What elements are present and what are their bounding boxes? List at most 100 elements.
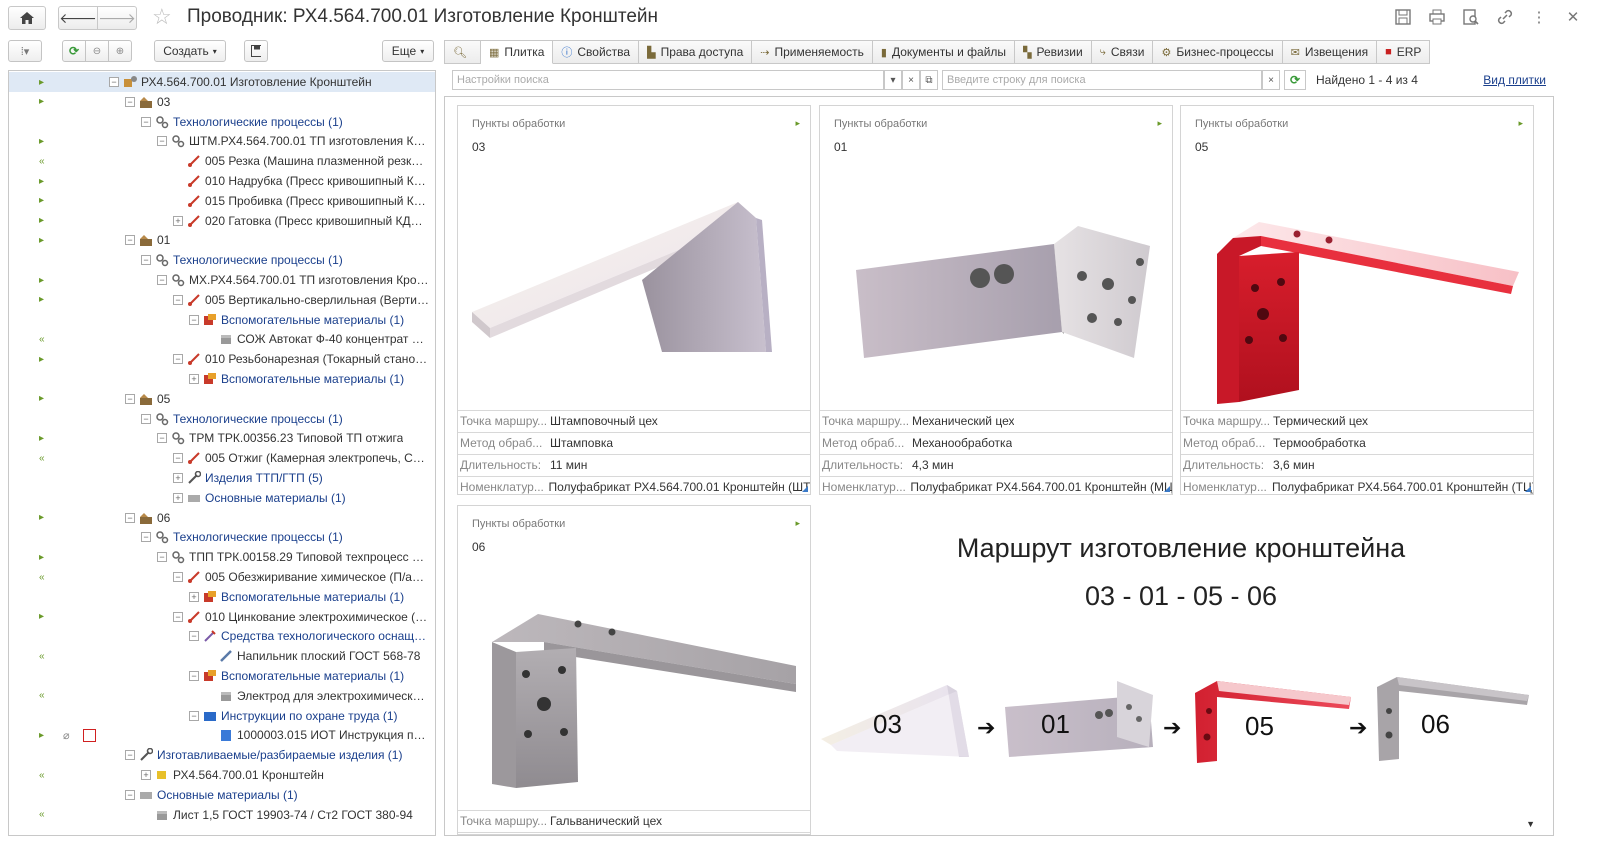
- tree-row[interactable]: « 005 Резка (Машина плазменной резки Е...: [9, 151, 435, 171]
- tree-row[interactable]: « СОЖ Автокат Ф-40 концентрат ТУ ...: [9, 329, 435, 349]
- tree-row[interactable]: − Технологические процессы (1): [9, 250, 435, 270]
- tree-node-label[interactable]: Основные материалы (1): [157, 788, 298, 802]
- collapse-icon[interactable]: −: [173, 453, 183, 464]
- tree-row[interactable]: − Технологические процессы (1): [9, 112, 435, 132]
- collapse-icon[interactable]: −: [125, 512, 135, 523]
- find-next-button[interactable]: ⊕: [108, 40, 132, 62]
- tree-row[interactable]: − Основные материалы (1): [9, 785, 435, 805]
- tree-row[interactable]: − Вспомогательные материалы (1): [9, 310, 435, 330]
- tree-row[interactable]: ▸ − 06: [9, 508, 435, 528]
- tree-node-label[interactable]: Вспомогательные материалы (1): [221, 313, 404, 327]
- collapse-icon[interactable]: −: [189, 710, 199, 721]
- tab-documents[interactable]: ▮ Документы и файлы: [872, 40, 1016, 64]
- collapse-icon[interactable]: −: [157, 433, 167, 444]
- tree-row[interactable]: « + РХ4.564.700.01 Кронштейн: [9, 765, 435, 785]
- print-icon[interactable]: [1428, 8, 1446, 26]
- search-refresh-button[interactable]: ⟳: [1284, 70, 1306, 90]
- collapse-icon[interactable]: −: [141, 116, 151, 127]
- card-open-arrow-icon[interactable]: ▸: [1518, 118, 1523, 129]
- scroll-down-icon[interactable]: ▼: [1526, 819, 1535, 829]
- search-settings-input[interactable]: Настройки поиска: [452, 70, 884, 90]
- tab-revisions[interactable]: ▚ Ревизии: [1015, 40, 1092, 64]
- tree-row[interactable]: ▸ − ТПП ТРК.00158.29 Типовой техпроцесс ци…: [9, 547, 435, 567]
- tree-row[interactable]: ▸ − 01: [9, 230, 435, 250]
- tile-view-link[interactable]: Вид плитки: [1483, 73, 1546, 87]
- collapse-icon[interactable]: −: [157, 136, 167, 147]
- home-button[interactable]: [8, 6, 46, 30]
- tree-row[interactable]: « − 005 Обезжиривание химическое (П/авто..…: [9, 567, 435, 587]
- favorite-star-icon[interactable]: ☆: [152, 4, 172, 30]
- tree-node-label[interactable]: Основные материалы (1): [205, 491, 346, 505]
- open-settings-button[interactable]: ⧉: [920, 70, 938, 90]
- tree-node-label[interactable]: Технологические процессы (1): [173, 530, 343, 544]
- tree-node-label[interactable]: Технологические процессы (1): [173, 115, 343, 129]
- link-icon[interactable]: [1496, 8, 1514, 26]
- preview-icon[interactable]: [1462, 8, 1480, 26]
- collapse-icon[interactable]: −: [141, 532, 151, 543]
- collapse-icon[interactable]: −: [173, 572, 183, 582]
- tree-node-label[interactable]: Инструкции по охране труда (1): [221, 709, 398, 723]
- close-icon[interactable]: ✕: [1564, 8, 1582, 26]
- tab-notifications[interactable]: ✉ Извещения: [1282, 40, 1378, 64]
- search-query-input[interactable]: Введите строку для поиска: [942, 70, 1262, 90]
- collapse-icon[interactable]: −: [189, 671, 199, 681]
- tab-tiles[interactable]: ▦ Плитка: [480, 40, 554, 64]
- tree-row[interactable]: ▸ − 05: [9, 389, 435, 409]
- tab-access[interactable]: ▙ Права доступа: [639, 40, 753, 64]
- save-icon[interactable]: [1394, 8, 1412, 26]
- tree-row[interactable]: − Вспомогательные материалы (1): [9, 666, 435, 686]
- expand-icon[interactable]: +: [173, 473, 183, 483]
- structure-tree[interactable]: ▸ − РХ4.564.700.01 Изготовление Кронштейн ▸…: [8, 70, 436, 836]
- find-in-tree-button[interactable]: ⊖: [85, 40, 109, 62]
- forward-button[interactable]: 🡒: [97, 6, 137, 30]
- tree-node-label[interactable]: Изделия ТТП/ГТП (5): [205, 471, 323, 485]
- tree-row[interactable]: ▸ − 010 Цинкование электрохимическое (Ав..…: [9, 607, 435, 627]
- collapse-icon[interactable]: −: [125, 235, 135, 246]
- tree-row[interactable]: « − 005 Отжиг (Камерная электропечь, СНО): [9, 448, 435, 468]
- tab-links[interactable]: ⤷ Связи: [1091, 40, 1154, 64]
- tree-row[interactable]: ▸ − РХ4.564.700.01 Изготовление Кронштейн: [9, 72, 435, 92]
- collapse-icon[interactable]: −: [189, 631, 199, 642]
- clear-query-button[interactable]: ×: [1262, 70, 1280, 90]
- tree-node-label[interactable]: Вспомогательные материалы (1): [221, 372, 404, 386]
- tree-row[interactable]: « Электрод для электрохимическог...: [9, 686, 435, 706]
- tree-row[interactable]: + Вспомогательные материалы (1): [9, 587, 435, 607]
- create-button[interactable]: Создать ▾: [154, 40, 226, 62]
- tree-row[interactable]: + Вспомогательные материалы (1): [9, 369, 435, 389]
- tree-node-label[interactable]: Вспомогательные материалы (1): [221, 590, 404, 604]
- processing-point-card[interactable]: Пункты обработки ▸ 05 Точка маршру... Термич…: [1180, 105, 1534, 495]
- tree-row[interactable]: + Основные материалы (1): [9, 488, 435, 508]
- card-open-arrow-icon[interactable]: ▸: [795, 518, 800, 529]
- expand-icon[interactable]: +: [189, 591, 199, 602]
- tree-row[interactable]: ▸ − 010 Резьбонарезная (Токарный станок 1.…: [9, 349, 435, 369]
- expand-icon[interactable]: +: [173, 215, 183, 226]
- tree-node-label[interactable]: Средства технологического оснащен...: [221, 629, 429, 643]
- tab-usage[interactable]: ⇢ Применяемость: [752, 40, 873, 64]
- collapse-icon[interactable]: −: [125, 393, 135, 404]
- tree-row[interactable]: « Лист 1,5 ГОСТ 19903-74 / Ст2 ГОСТ 380-9…: [9, 805, 435, 825]
- tree-row[interactable]: − Средства технологического оснащен...: [9, 626, 435, 646]
- collapse-icon[interactable]: −: [125, 96, 135, 107]
- refresh-button[interactable]: ⟳: [62, 40, 86, 62]
- collapse-icon[interactable]: −: [109, 77, 119, 87]
- tree-node-label[interactable]: Вспомогательные материалы (1): [221, 669, 404, 683]
- tree-row[interactable]: ▸ +020 Гатовка (Пресс кривошипный КД14...: [9, 211, 435, 231]
- tree-row[interactable]: ▸ − ТРМ ТРК.00356.23 Типовой ТП отжига: [9, 428, 435, 448]
- tree-row[interactable]: ▸ 015 Пробивка (Пресс кривошипный КД1...: [9, 191, 435, 211]
- save-button[interactable]: [244, 40, 268, 62]
- tree-row[interactable]: ▸ − 005 Вертикально-сверлильная (Вертикал.…: [9, 290, 435, 310]
- tree-node-label[interactable]: Технологические процессы (1): [173, 412, 343, 426]
- expand-icon[interactable]: +: [189, 374, 199, 384]
- tree-row[interactable]: « Напильник плоский ГОСТ 568-78: [9, 646, 435, 666]
- tree-row[interactable]: ▸ 010 Надрубка (Пресс кривошипный КД1...: [9, 171, 435, 191]
- tree-row[interactable]: − Инструкции по охране труда (1): [9, 706, 435, 726]
- tree-row[interactable]: ▸ − 03: [9, 92, 435, 112]
- tree-node-label[interactable]: Изготавливаемые/разбираемые изделия (1): [157, 748, 402, 762]
- more-button[interactable]: Еще ▾: [382, 40, 434, 62]
- collapse-icon[interactable]: −: [141, 413, 151, 424]
- tree-row[interactable]: ▸ − МХ.РХ4.564.700.01 ТП изготовления Крон…: [9, 270, 435, 290]
- tab-info[interactable]: ⓘ Свойства: [553, 40, 640, 64]
- card-open-arrow-icon[interactable]: ▸: [795, 118, 800, 129]
- collapse-icon[interactable]: −: [189, 314, 199, 325]
- collapse-icon[interactable]: −: [125, 750, 135, 761]
